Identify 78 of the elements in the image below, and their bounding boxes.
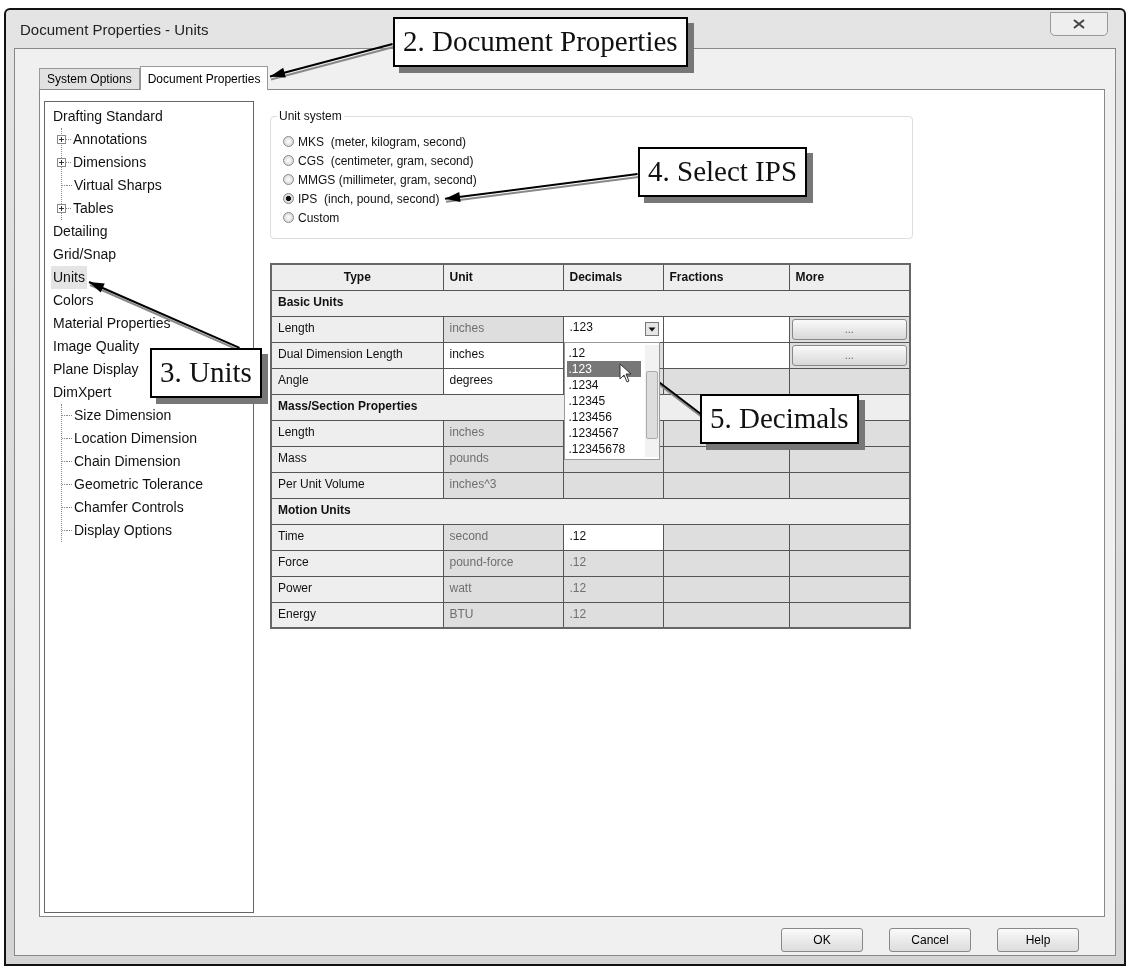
tree-item[interactable]: Grid/Snap	[51, 243, 119, 266]
more-button[interactable]: ...	[791, 318, 907, 340]
expand-icon[interactable]	[57, 204, 66, 213]
dialog-button[interactable]: Cancel	[889, 928, 971, 952]
tree-item[interactable]: Chain Dimension	[72, 450, 183, 473]
radio-button[interactable]	[283, 136, 294, 147]
dialog-button[interactable]: Help	[997, 928, 1079, 952]
section-header: Motion Units	[271, 498, 910, 524]
tree-item[interactable]: Size Dimension	[72, 404, 174, 427]
tree-item[interactable]: Display Options	[72, 519, 175, 542]
tree-item[interactable]: Drafting Standard	[51, 105, 165, 128]
tree-item[interactable]: Chamfer Controls	[72, 496, 186, 519]
table-cell: Length	[271, 420, 443, 446]
more-button[interactable]: ...	[791, 344, 907, 366]
column-header: Decimals	[563, 264, 663, 290]
dropdown-option[interactable]: .12	[566, 344, 641, 361]
tree-item[interactable]: Material Properties	[51, 312, 173, 335]
column-header: More	[789, 264, 910, 290]
tree-item[interactable]: Annotations	[71, 128, 149, 151]
expand-icon[interactable]	[57, 135, 66, 144]
table-cell: .12	[563, 576, 663, 602]
table-cell: inches	[443, 420, 563, 446]
table-cell: pound-force	[443, 550, 563, 576]
table-cell: Dual Dimension Length	[271, 342, 443, 368]
column-header: Unit	[443, 264, 563, 290]
radio-button[interactable]	[283, 155, 294, 166]
tree-item[interactable]: Image Quality	[51, 335, 142, 358]
table-cell: Force	[271, 550, 443, 576]
table-cell: Power	[271, 576, 443, 602]
column-header: Fractions	[663, 264, 789, 290]
table-cell: Energy	[271, 602, 443, 628]
scrollbar[interactable]	[644, 344, 659, 457]
group-legend: Unit system	[277, 109, 344, 123]
tab[interactable]: System Options	[39, 68, 140, 89]
tree-item[interactable]: Virtual Sharps	[72, 174, 164, 197]
radio-label[interactable]: IPS (inch, pound, second)	[298, 191, 440, 206]
radio-label[interactable]: CGS (centimeter, gram, second)	[298, 153, 474, 168]
table-cell: degrees	[443, 368, 563, 394]
tree-item[interactable]: Detailing	[51, 220, 110, 243]
radio-button[interactable]	[283, 174, 294, 185]
tree-item[interactable]: Plane Display	[51, 358, 141, 381]
radio-button[interactable]	[283, 212, 294, 223]
tab[interactable]: Document Properties	[139, 66, 269, 90]
tree-item[interactable]: DimXpert	[51, 381, 114, 404]
close-icon	[1073, 19, 1085, 29]
table-cell: .12	[563, 602, 663, 628]
radio-label[interactable]: Custom	[298, 210, 340, 225]
decimals-dropdown[interactable]: .123	[563, 316, 663, 342]
table-cell: second	[443, 524, 563, 550]
tree-item[interactable]: Tables	[71, 197, 116, 220]
expand-icon[interactable]	[57, 158, 66, 167]
section-header: Basic Units	[271, 290, 910, 316]
table-cell: Length	[271, 316, 443, 342]
tree-item[interactable]: Geometric Tolerance	[72, 473, 205, 496]
window-title: Document Properties - Units	[20, 20, 209, 38]
radio-button[interactable]	[283, 193, 294, 204]
table-cell: Per Unit Volume	[271, 472, 443, 498]
table-cell: Time	[271, 524, 443, 550]
table-cell: watt	[443, 576, 563, 602]
table-cell: .12	[563, 524, 663, 550]
tree-item[interactable]: Colors	[51, 289, 96, 312]
dropdown-option[interactable]: .12345	[566, 392, 641, 409]
table-cell: Angle	[271, 368, 443, 394]
radio-label[interactable]: MMGS (millimeter, gram, second)	[298, 172, 477, 187]
tree-item[interactable]: Location Dimension	[72, 427, 199, 450]
table-cell: BTU	[443, 602, 563, 628]
dialog-button[interactable]: OK	[781, 928, 863, 952]
table-cell: inches	[443, 342, 563, 368]
table-cell: .12	[563, 550, 663, 576]
table-cell: pounds	[443, 446, 563, 472]
column-header: Type	[271, 264, 443, 290]
close-button[interactable]	[1050, 12, 1108, 36]
table-cell: inches	[443, 316, 563, 342]
radio-label[interactable]: MKS (meter, kilogram, second)	[298, 134, 467, 149]
table-cell: inches^3	[443, 472, 563, 498]
table-cell: Mass	[271, 446, 443, 472]
tree-item[interactable]: Units	[51, 266, 87, 289]
tree-item[interactable]: Dimensions	[71, 151, 149, 174]
